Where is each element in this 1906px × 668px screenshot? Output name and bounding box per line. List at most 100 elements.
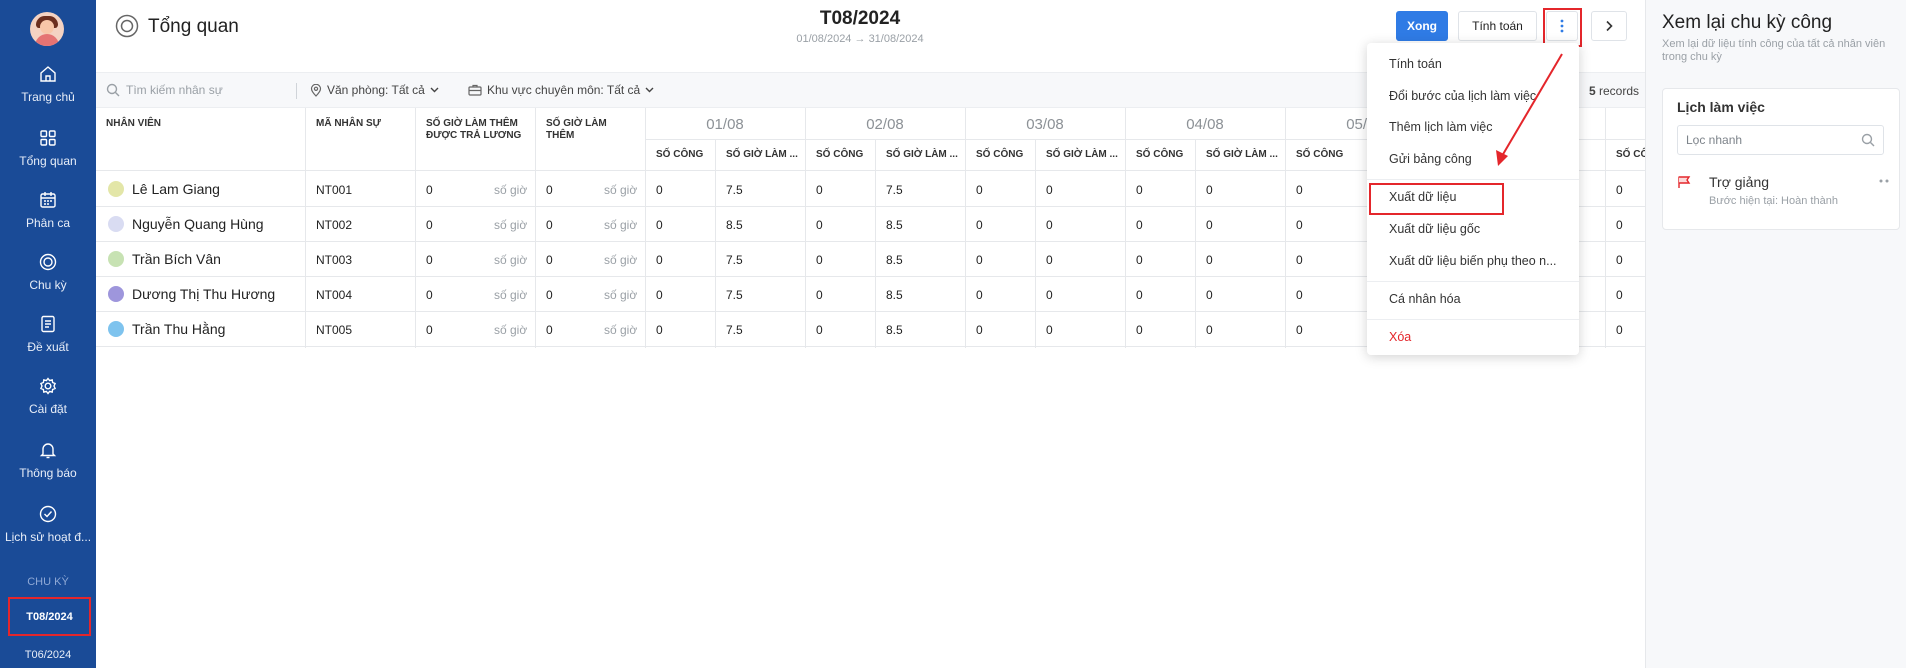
chevron-right-icon xyxy=(1606,20,1613,32)
cycle-item-active[interactable]: T08/2024 xyxy=(8,597,91,636)
sub-header-hours: SỐ GIỜ LÀM ... xyxy=(726,149,798,160)
area-filter[interactable]: Khu vực chuyên môn: Tất cả xyxy=(468,83,654,97)
sidebar-item-shifts[interactable]: Phân ca xyxy=(0,190,96,246)
cycle-icon xyxy=(39,253,57,271)
work-value: 0 xyxy=(1616,253,1623,267)
period-range: 01/08/2024 → 31/08/2024 xyxy=(760,33,960,45)
office-filter-label: Văn phòng: Tất cả xyxy=(327,83,425,97)
avatar[interactable] xyxy=(30,12,64,46)
sidebar-item-cycle[interactable]: Chu kỳ xyxy=(0,252,96,308)
area-filter-label: Khu vực chuyên môn: Tất cả xyxy=(487,83,641,97)
employee-avatar xyxy=(108,286,124,302)
range-start: 01/08/2024 xyxy=(796,33,852,45)
search-icon xyxy=(106,83,120,97)
col-code: MÃ NHÂN SỰ xyxy=(316,118,381,129)
sub-header-work: SỐ CÔNG xyxy=(656,149,704,160)
range-end: 31/08/2024 xyxy=(868,33,924,45)
cycle-item[interactable]: T06/2024 xyxy=(0,649,96,661)
hours-value: 0 xyxy=(1046,253,1053,267)
hours-value: 0 xyxy=(1046,288,1053,302)
hours-value: 8.5 xyxy=(886,288,903,302)
work-value: 0 xyxy=(656,183,663,197)
hours-value: 0 xyxy=(1206,253,1213,267)
search-input[interactable] xyxy=(126,79,286,101)
next-period-button[interactable] xyxy=(1591,11,1627,41)
employee-avatar xyxy=(108,181,124,197)
work-value: 0 xyxy=(1136,288,1143,302)
work-value: 0 xyxy=(1296,218,1303,232)
highlight-box xyxy=(1369,183,1504,215)
hours-value: 8.5 xyxy=(726,218,743,232)
work-value: 0 xyxy=(1296,323,1303,337)
home-icon xyxy=(40,66,56,82)
work-value: 0 xyxy=(816,288,823,302)
work-value: 0 xyxy=(656,323,663,337)
ot-value: 0 xyxy=(546,183,553,197)
menu-item-delete[interactable]: Xóa xyxy=(1389,330,1569,344)
paid-ot-value: 0 xyxy=(426,253,433,267)
paid-ot-value: 0 xyxy=(426,288,433,302)
sidebar-item-settings[interactable]: Cài đặt xyxy=(0,376,96,432)
date-header: 03/08 xyxy=(1026,116,1064,133)
period-title: T08/2024 xyxy=(819,8,901,29)
work-value: 0 xyxy=(1296,288,1303,302)
hours-value: 0 xyxy=(1206,218,1213,232)
sidebar-item-notifications[interactable]: Thông báo xyxy=(0,440,96,496)
page-title: Tổng quan xyxy=(148,16,239,37)
chevron-down-icon xyxy=(645,87,654,93)
briefcase-icon xyxy=(468,84,482,96)
calculate-button[interactable]: Tính toán xyxy=(1458,11,1537,41)
work-value: 0 xyxy=(656,253,663,267)
calendar-icon xyxy=(40,192,56,208)
chevron-down-icon xyxy=(430,87,439,93)
work-value: 0 xyxy=(816,183,823,197)
schedule-heading: Lịch làm việc xyxy=(1677,99,1765,115)
hours-value: 7.5 xyxy=(726,323,743,337)
office-filter[interactable]: Văn phòng: Tất cả xyxy=(310,83,439,97)
hours-value: 8.5 xyxy=(886,323,903,337)
hours-value: 7.5 xyxy=(886,183,903,197)
unit-label: số giờ xyxy=(604,323,638,337)
paid-ot-value: 0 xyxy=(426,183,433,197)
sidebar-item-history[interactable]: Lịch sử hoạt đ... xyxy=(0,504,96,560)
work-value: 0 xyxy=(1616,218,1623,232)
schedule-item-title[interactable]: Trợ giảng xyxy=(1709,174,1769,190)
employee-avatar xyxy=(108,251,124,267)
hours-value: 0 xyxy=(1046,218,1053,232)
work-value: 0 xyxy=(1616,183,1623,197)
work-value: 0 xyxy=(1296,253,1303,267)
work-value: 0 xyxy=(1136,323,1143,337)
records-count: 5 records xyxy=(1588,84,1639,98)
work-value: 0 xyxy=(656,288,663,302)
employee-code: NT003 xyxy=(316,253,353,267)
divider xyxy=(296,83,297,99)
sub-header-hours: SỐ GIỜ LÀM ... xyxy=(1046,149,1118,160)
sub-header-partial: SỐ CÔ xyxy=(1616,149,1645,160)
more-horizontal-icon[interactable] xyxy=(1877,177,1893,185)
unit-label: số giờ xyxy=(604,183,638,197)
work-value: 0 xyxy=(976,253,983,267)
sidebar-item-overview[interactable]: Tổng quan xyxy=(0,128,96,184)
work-value: 0 xyxy=(976,183,983,197)
history-icon xyxy=(39,505,57,523)
review-panel-title: Xem lại chu kỳ công xyxy=(1662,12,1833,33)
menu-item-personalize[interactable]: Cá nhân hóa xyxy=(1389,292,1569,306)
sub-header-hours: SỐ GIỜ LÀM ... xyxy=(886,149,958,160)
avatar-body xyxy=(35,34,59,46)
done-button[interactable]: Xong xyxy=(1396,11,1448,41)
work-value: 0 xyxy=(1616,323,1623,337)
quick-filter-input[interactable] xyxy=(1677,125,1884,155)
sidebar-item-label: Thông báo xyxy=(19,466,77,480)
employee-name: Nguyễn Quang Hùng xyxy=(132,216,264,232)
menu-item-export-variables[interactable]: Xuất dữ liệu biến phụ theo n... xyxy=(1389,254,1569,268)
paid-ot-value: 0 xyxy=(426,218,433,232)
hours-value: 0 xyxy=(1206,323,1213,337)
sub-header-work: SỐ CÔNG xyxy=(1136,149,1184,160)
hours-value: 8.5 xyxy=(886,253,903,267)
sidebar-item-proposal[interactable]: Đề xuất xyxy=(0,314,96,370)
employee-code: NT005 xyxy=(316,323,353,337)
menu-item-export-raw[interactable]: Xuất dữ liệu gốc xyxy=(1389,222,1569,236)
work-value: 0 xyxy=(1136,253,1143,267)
unit-label: số giờ xyxy=(604,288,638,302)
sidebar-item-home[interactable]: Trang chủ xyxy=(0,64,96,120)
